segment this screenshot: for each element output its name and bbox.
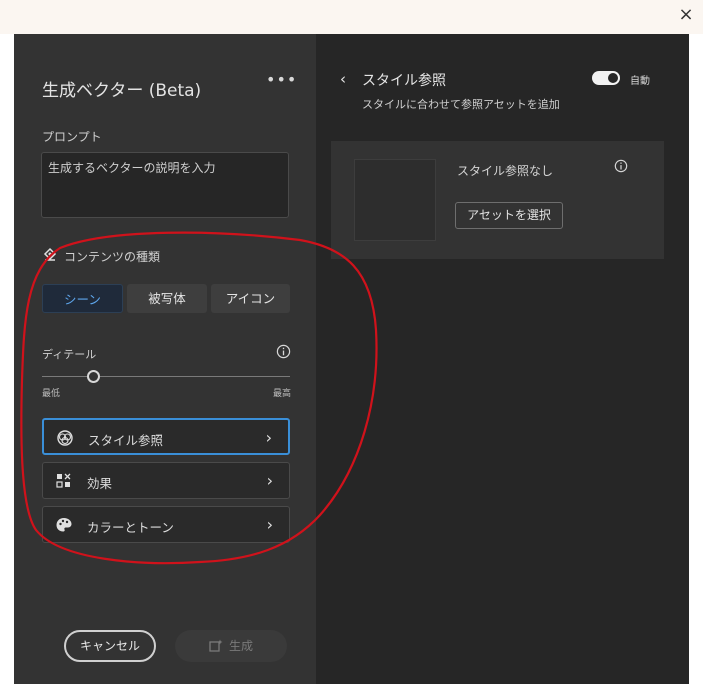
effects-label: 効果 bbox=[87, 476, 113, 491]
detail-slider-thumb[interactable] bbox=[87, 370, 100, 383]
auto-toggle[interactable] bbox=[592, 71, 620, 85]
no-style-reference-text: スタイル参照なし bbox=[457, 164, 554, 178]
effects-icon bbox=[56, 473, 71, 488]
prompt-label: プロンプト bbox=[42, 130, 102, 144]
more-options-icon[interactable]: ••• bbox=[266, 70, 297, 89]
chevron-right-icon: › bbox=[265, 428, 272, 447]
style-reference-icon bbox=[57, 430, 73, 446]
info-icon[interactable] bbox=[276, 344, 291, 359]
color-tone-row[interactable]: カラーとトーン › bbox=[42, 506, 290, 543]
segment-subject[interactable]: 被写体 bbox=[127, 284, 207, 313]
detail-label: ディテール bbox=[42, 348, 97, 361]
segment-icon[interactable]: アイコン bbox=[211, 284, 290, 313]
generate-sparkle-icon bbox=[209, 639, 223, 652]
effects-row[interactable]: 効果 › bbox=[42, 462, 290, 499]
toggle-knob bbox=[608, 73, 618, 83]
back-chevron-icon[interactable]: ‹ bbox=[340, 70, 346, 88]
chevron-right-icon: › bbox=[266, 471, 273, 490]
content-type-label: コンテンツの種類 bbox=[64, 250, 161, 264]
window-titlebar bbox=[0, 0, 703, 34]
chevron-right-icon: › bbox=[266, 515, 273, 534]
style-thumbnail-placeholder[interactable] bbox=[354, 159, 436, 241]
generate-button[interactable]: 生成 bbox=[175, 630, 287, 662]
detail-max-label: 最高 bbox=[273, 389, 292, 399]
cancel-button[interactable]: キャンセル bbox=[64, 630, 156, 662]
segment-scene[interactable]: シーン bbox=[42, 284, 123, 313]
style-reference-subtitle: スタイルに合わせて参照アセットを追加 bbox=[362, 98, 560, 111]
auto-label: 自動 bbox=[630, 76, 650, 87]
style-reference-title: スタイル参照 bbox=[362, 73, 446, 89]
style-reference-panel bbox=[316, 34, 689, 684]
style-reference-row[interactable]: スタイル参照 › bbox=[42, 418, 290, 455]
content-type-icon bbox=[43, 247, 57, 261]
detail-slider-track[interactable] bbox=[42, 376, 290, 377]
color-tone-label: カラーとトーン bbox=[87, 520, 174, 535]
palette-icon bbox=[56, 518, 72, 532]
detail-min-label: 最低 bbox=[42, 389, 61, 399]
generate-label: 生成 bbox=[229, 639, 254, 653]
style-reference-label: スタイル参照 bbox=[88, 433, 164, 448]
select-asset-button[interactable]: アセットを選択 bbox=[455, 202, 563, 229]
close-icon[interactable]: × bbox=[675, 4, 697, 26]
info-icon[interactable] bbox=[614, 159, 628, 173]
prompt-input[interactable]: 生成するベクターの説明を入力 bbox=[41, 152, 289, 218]
panel-title: 生成ベクター (Beta) bbox=[42, 81, 202, 101]
